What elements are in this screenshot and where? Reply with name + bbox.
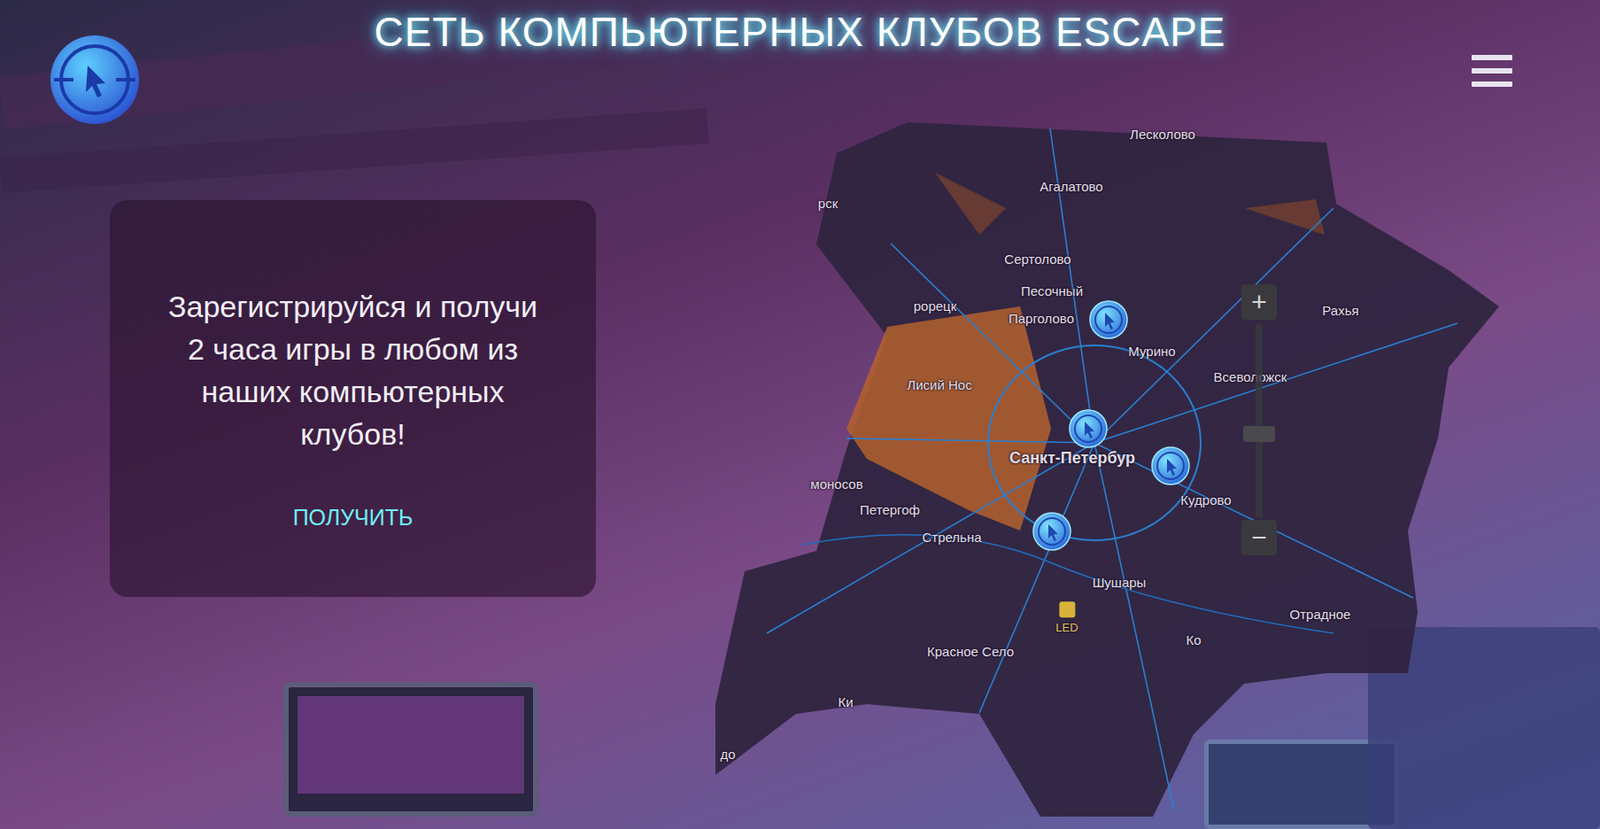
map-pins <box>713 101 1502 828</box>
map-label: Ко <box>1185 630 1201 651</box>
map-label: Красное Село <box>927 641 1014 663</box>
map-label-text: Петергоф <box>859 500 920 521</box>
map-label-text: Парголово <box>1008 309 1075 330</box>
map-label: Ки <box>837 692 853 713</box>
map-label-text: Сертолово <box>1004 249 1071 271</box>
club-pin-icon[interactable] <box>1150 445 1191 487</box>
map-labels: Лесколово Агалатово рск Сертолово Песочный ро… <box>713 101 1502 828</box>
map-label-text: Всеволожск <box>1213 367 1288 388</box>
main: Зарегистрируйся и получи 2 часа игры в л… <box>0 101 1600 828</box>
map-label: LED <box>1055 601 1078 637</box>
zoom-handle[interactable] <box>1243 425 1276 442</box>
zoom-in-button[interactable]: + <box>1241 284 1277 320</box>
map-label-text: Отрадное <box>1290 604 1352 626</box>
page: СЕТЬ КОМПЬЮТЕРНЫХ КЛУБОВ ESCAPE Зарегист… <box>0 0 1600 829</box>
map-label: Шушары <box>1092 572 1147 594</box>
map-label: Лисий Нос <box>906 375 972 396</box>
map-label: Рахья <box>1321 301 1359 322</box>
map-label-text: рорецк <box>913 296 958 317</box>
club-pin-icon[interactable] <box>1088 299 1129 341</box>
get-button[interactable]: ПОЛУЧИТЬ <box>285 497 421 539</box>
map-label-text: Красное Село <box>927 641 1014 663</box>
promo-text: Зарегистрируйся и получи 2 часа игры в л… <box>162 285 544 456</box>
map-label-text: Лесколово <box>1129 124 1196 146</box>
zoom-track[interactable] <box>1255 323 1263 518</box>
map-label: Всеволожск <box>1213 367 1288 388</box>
header: СЕТЬ КОМПЬЮТЕРНЫХ КЛУБОВ ESCAPE <box>0 0 1600 102</box>
map-label: Санкт-Петербур <box>1009 446 1136 471</box>
map-label: рск <box>818 193 838 215</box>
map-label: Сертолово <box>1004 249 1071 271</box>
map-label: Петергоф <box>859 500 920 521</box>
map-label: Отрадное <box>1290 604 1352 626</box>
map-label-text: Лисий Нос <box>906 375 972 396</box>
map-label-text: Агалатово <box>1039 177 1103 198</box>
map-label: моносов <box>810 474 863 495</box>
map-label: Мурино <box>1128 341 1175 363</box>
club-pin-icon[interactable] <box>1067 408 1109 449</box>
map-label: Стрельна <box>921 527 982 549</box>
map-label: рорецк <box>913 296 958 317</box>
site-title: СЕТЬ КОМПЬЮТЕРНЫХ КЛУБОВ ESCAPE <box>373 0 1226 59</box>
club-pin-icon[interactable] <box>1031 510 1073 552</box>
map-label: до <box>719 744 735 766</box>
map-label-text: Кудрово <box>1180 490 1231 511</box>
map-label-text: Мурино <box>1128 341 1175 363</box>
map-label-text: Шушары <box>1092 572 1147 594</box>
map-label-text: моносов <box>810 474 863 495</box>
map-label-text: Санкт-Петербур <box>1009 446 1136 471</box>
map-label-text: Ко <box>1185 630 1201 651</box>
clubs-map[interactable]: Лесколово Агалатово рск Сертолово Песочный ро… <box>713 101 1502 828</box>
map-label: Кудрово <box>1180 490 1231 511</box>
map-label-text: Ки <box>837 692 853 713</box>
promo-card: Зарегистрируйся и получи 2 часа игры в л… <box>109 200 596 597</box>
zoom-out-button[interactable]: − <box>1241 519 1277 556</box>
menu-icon[interactable] <box>1471 54 1513 87</box>
map-label-text: Рахья <box>1321 301 1359 322</box>
map-label-text: до <box>719 744 735 766</box>
map-label: Лесколово <box>1129 124 1196 146</box>
map-label-text: Стрельна <box>921 527 982 549</box>
map-label: Парголово <box>1008 309 1075 330</box>
map-label-text: рск <box>818 193 838 215</box>
map-label: Агалатово <box>1039 177 1103 198</box>
map-label-text: Песочный <box>1020 281 1083 302</box>
airport-icon <box>1058 601 1075 618</box>
logo-icon[interactable] <box>48 33 141 126</box>
map-label-text: LED <box>1055 618 1078 637</box>
map-label: Песочный <box>1020 281 1083 302</box>
